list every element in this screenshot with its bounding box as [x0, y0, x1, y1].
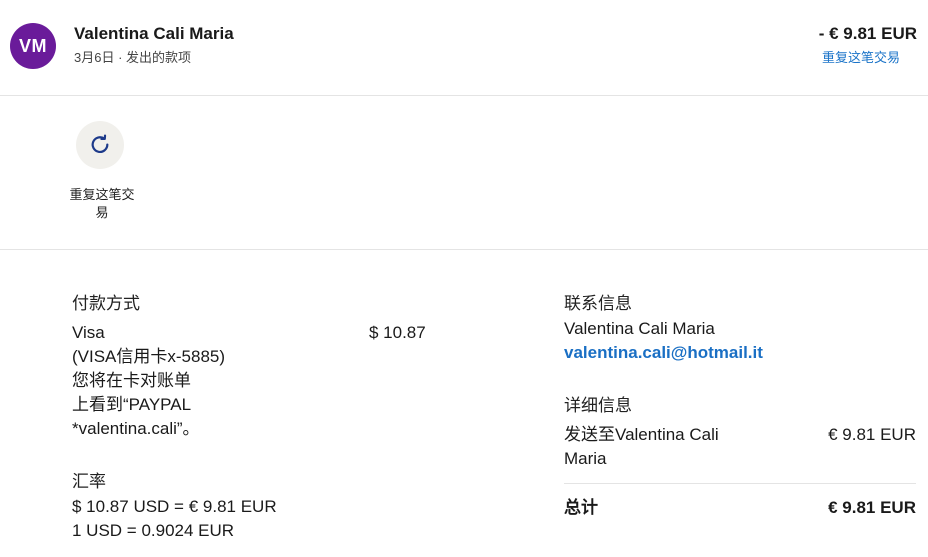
- payment-method-line-3: 您将在卡对账单: [72, 371, 191, 390]
- sent-to-line-1: 发送至Valentina Cali: [564, 425, 719, 444]
- exchange-rate-title: 汇率: [72, 472, 106, 491]
- total-label: 总计: [564, 498, 598, 517]
- payment-method-line-2: (VISA信用卡x-5885): [72, 347, 226, 366]
- payment-method-line-4: 上看到“PAYPAL: [72, 395, 192, 414]
- recipient-name: Valentina Cali Maria: [74, 24, 234, 43]
- repeat-transaction-label: 重复这笔交易: [69, 187, 135, 220]
- payment-method-line-1: Visa: [72, 323, 105, 342]
- details-divider: [564, 483, 916, 484]
- payment-method-line-5: *valentina.cali”。: [72, 419, 200, 438]
- total-amount: € 9.81 EUR: [828, 498, 916, 517]
- refresh-icon: [91, 134, 109, 153]
- avatar: VM: [10, 23, 56, 69]
- contact-info-title: 联系信息: [564, 294, 632, 313]
- payment-method-title: 付款方式: [72, 294, 140, 313]
- exchange-rate-unit: 1 USD = 0.9024 EUR: [72, 521, 235, 540]
- transaction-header: VM Valentina Cali Maria 3月6日 · 发出的款项 - €…: [0, 0, 928, 96]
- sent-amount: € 9.81 EUR: [828, 425, 916, 444]
- payment-amount: $ 10.87: [369, 323, 426, 342]
- repeat-transaction-link[interactable]: 重复这笔交易: [822, 47, 900, 66]
- sent-to-line-2: Maria: [564, 449, 607, 468]
- transaction-amount: - € 9.81 EUR: [818, 24, 917, 43]
- transaction-meta: 3月6日 · 发出的款项: [74, 50, 192, 65]
- repeat-transaction-button[interactable]: [76, 121, 124, 169]
- exchange-rate-conversion: $ 10.87 USD = € 9.81 EUR: [72, 497, 277, 516]
- contact-name: Valentina Cali Maria: [564, 319, 715, 338]
- contact-email-link[interactable]: valentina.cali@hotmail.it: [564, 341, 763, 365]
- actions-bar: 重复这笔交易: [0, 96, 928, 250]
- details-title: 详细信息: [564, 396, 632, 415]
